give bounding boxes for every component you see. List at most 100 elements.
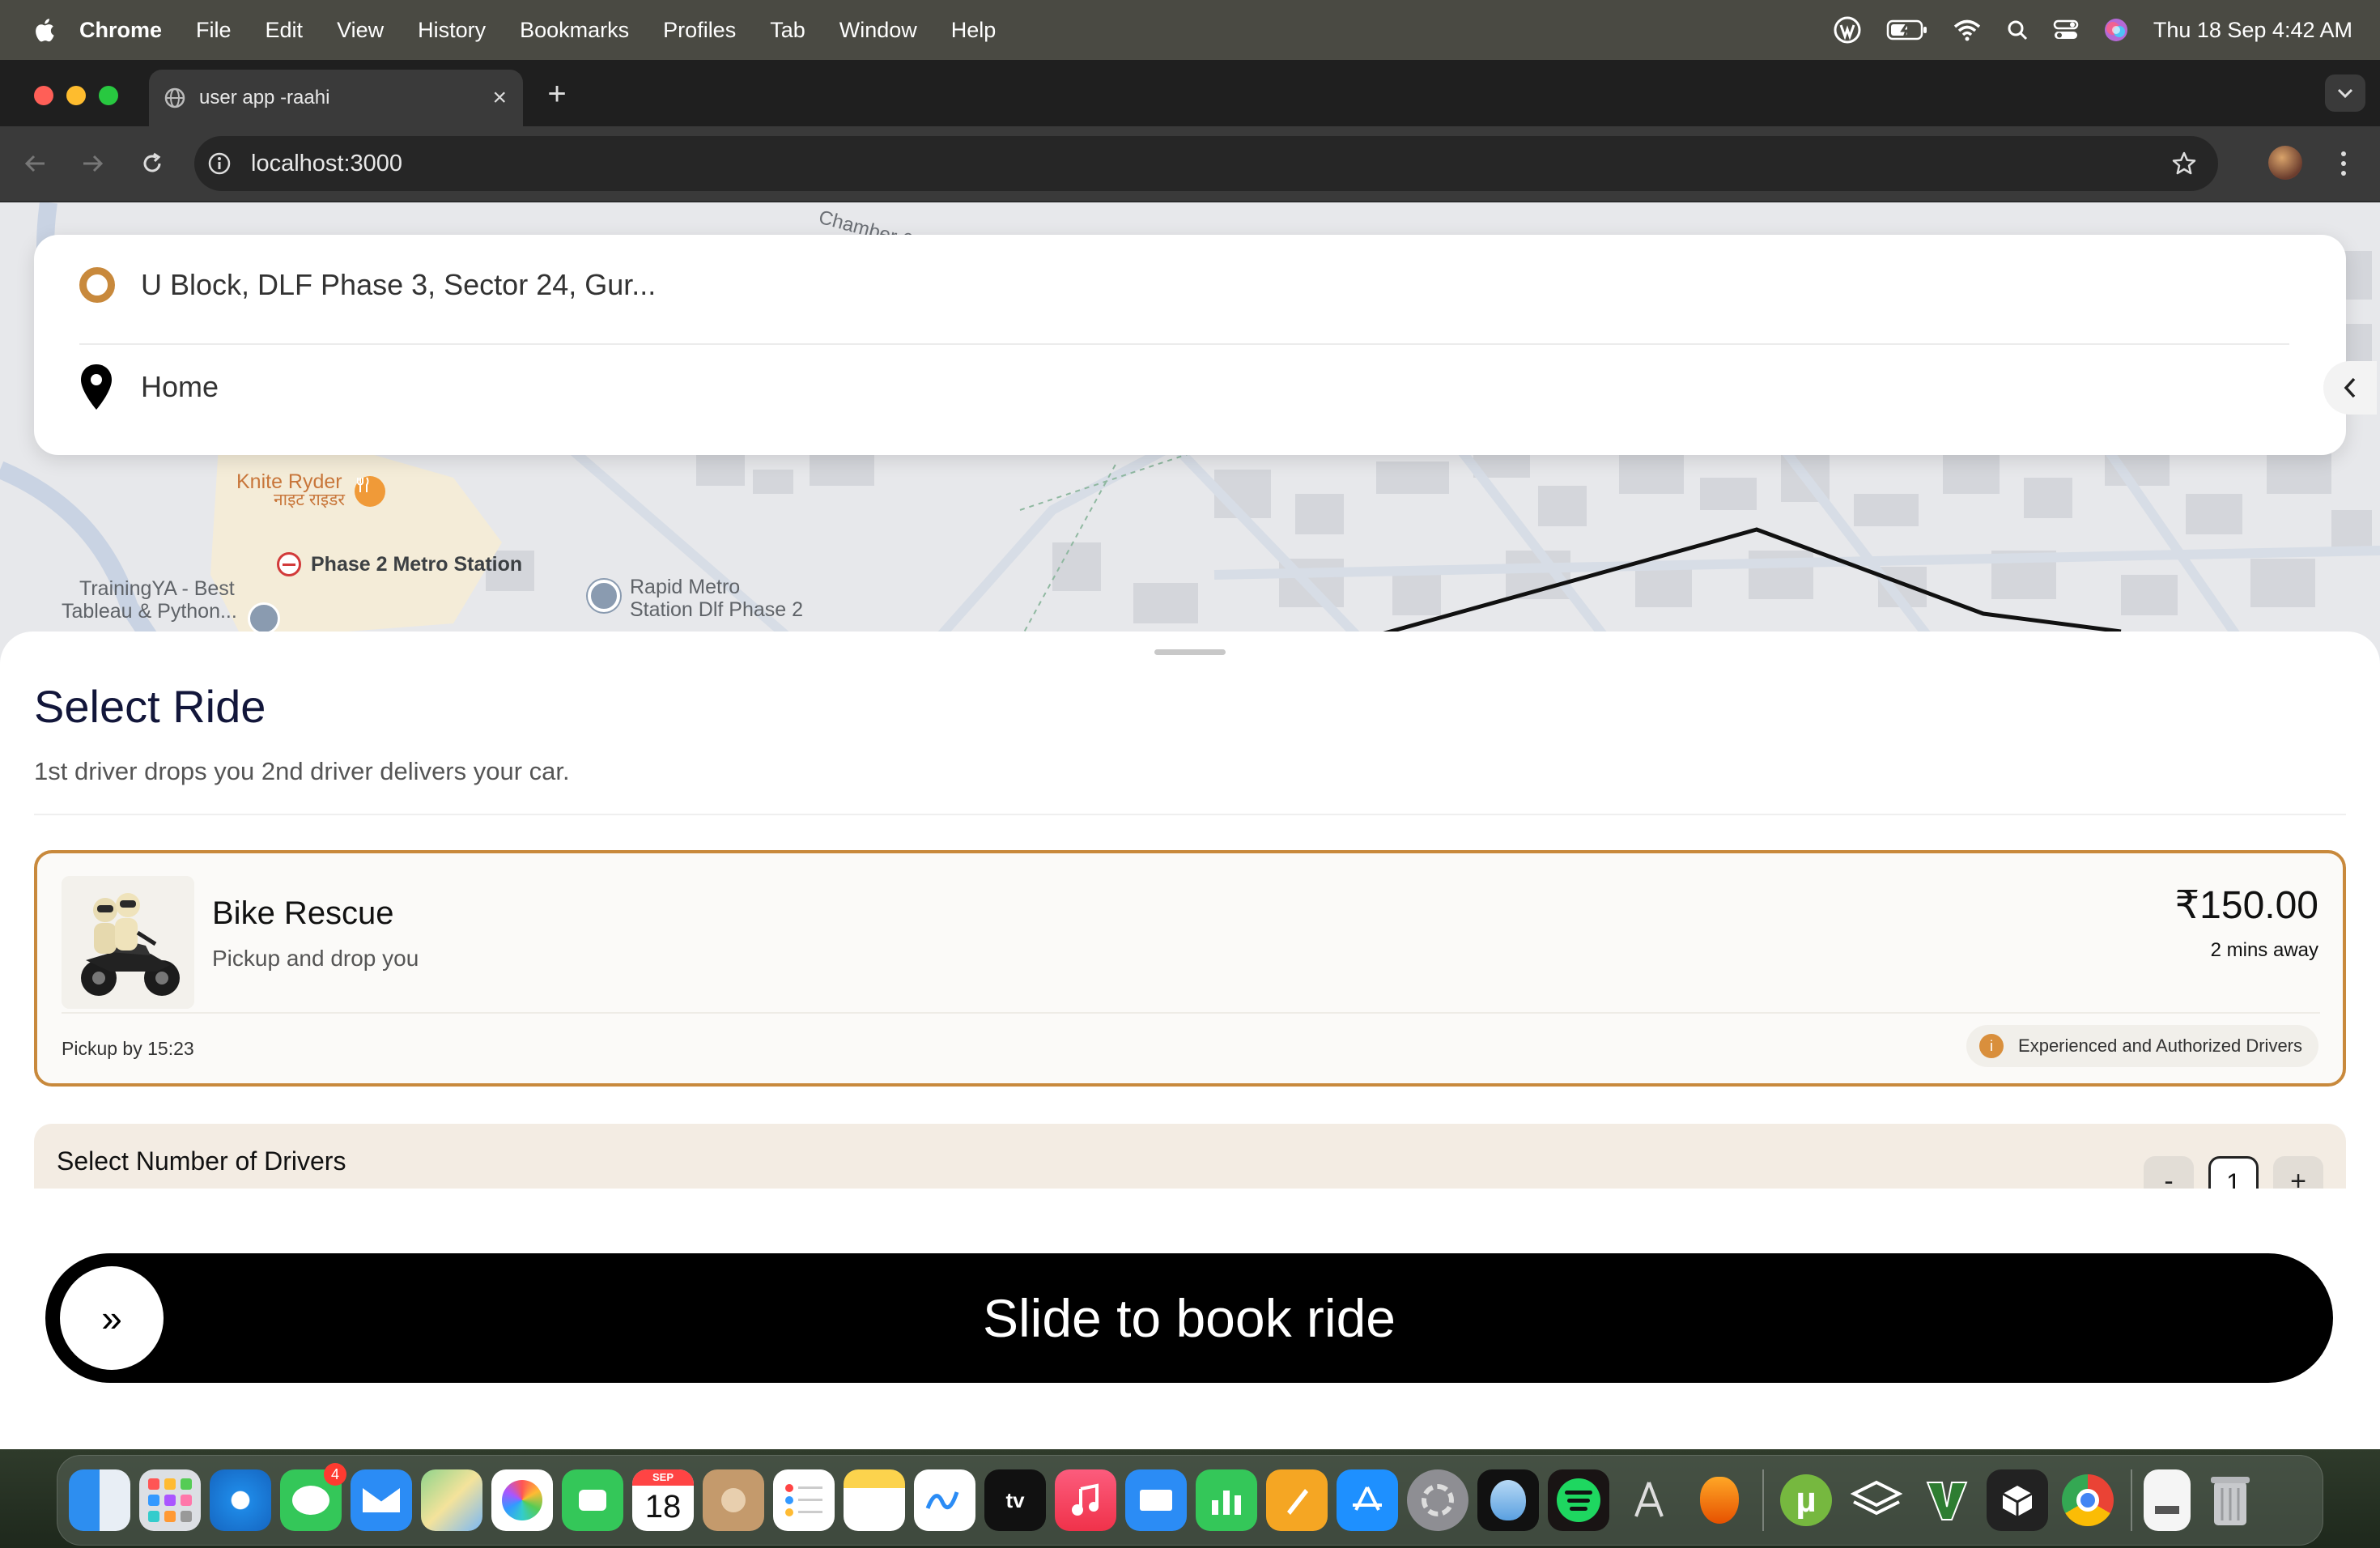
site-info-icon[interactable] bbox=[207, 151, 232, 176]
minimize-window-button[interactable] bbox=[66, 86, 86, 105]
browser-tab[interactable]: user app -raahi × bbox=[149, 70, 523, 126]
dock-separator bbox=[1762, 1469, 1764, 1531]
info-icon: i bbox=[1979, 1034, 2004, 1058]
slide-to-book-slider[interactable]: Slide to book ride » bbox=[45, 1253, 2333, 1383]
menu-view[interactable]: View bbox=[337, 18, 384, 43]
menu-bookmarks[interactable]: Bookmarks bbox=[520, 18, 629, 43]
collapse-panel-button[interactable] bbox=[2323, 361, 2377, 415]
destination-field[interactable]: Home bbox=[79, 363, 219, 411]
zoom-window-button[interactable] bbox=[99, 86, 118, 105]
menu-edit[interactable]: Edit bbox=[266, 18, 304, 43]
menu-tab[interactable]: Tab bbox=[770, 18, 805, 43]
school-pin-icon[interactable] bbox=[248, 602, 280, 635]
tab-search-button[interactable] bbox=[2325, 74, 2365, 112]
apple-tv-label: tv bbox=[1005, 1487, 1025, 1512]
location-search-card: U Block, DLF Phase 3, Sector 24, Gur... … bbox=[34, 235, 2346, 455]
pickup-location-field[interactable]: U Block, DLF Phase 3, Sector 24, Gur... bbox=[79, 267, 656, 303]
authorized-drivers-badge: i Experienced and Authorized Drivers bbox=[1966, 1025, 2318, 1067]
control-center-icon[interactable] bbox=[2053, 19, 2079, 41]
wifi-icon[interactable] bbox=[1953, 19, 1982, 41]
address-bar[interactable]: localhost:3000 bbox=[194, 136, 2218, 191]
facetime-icon[interactable] bbox=[562, 1469, 623, 1531]
pickup-location-text[interactable]: U Block, DLF Phase 3, Sector 24, Gur... bbox=[141, 268, 656, 302]
apple-tv-icon[interactable]: tv bbox=[984, 1469, 1046, 1531]
menubar-clock[interactable]: Thu 18 Sep 4:42 AM bbox=[2153, 18, 2352, 43]
close-tab-icon[interactable]: × bbox=[492, 84, 507, 112]
menu-window[interactable]: Window bbox=[839, 18, 917, 43]
launchpad-icon[interactable] bbox=[139, 1469, 201, 1531]
ride-card-divider bbox=[62, 1012, 2320, 1014]
vim-app-icon[interactable] bbox=[1916, 1469, 1978, 1531]
ride-name: Bike Rescue bbox=[212, 895, 394, 931]
map-label-rapid-metro-line2[interactable]: Station Dlf Phase 2 bbox=[630, 598, 803, 622]
url-text[interactable]: localhost:3000 bbox=[251, 151, 402, 177]
map-label-rapid-metro-line1[interactable]: Rapid Metro bbox=[630, 576, 740, 599]
back-button[interactable] bbox=[18, 146, 53, 181]
reminders-icon[interactable] bbox=[773, 1469, 835, 1531]
battery-icon[interactable] bbox=[1886, 19, 1928, 41]
menu-file[interactable]: File bbox=[196, 18, 232, 43]
instruments-icon[interactable] bbox=[1618, 1469, 1680, 1531]
layers-app-icon[interactable] bbox=[1846, 1469, 1907, 1531]
calendar-icon[interactable]: SEP 18 bbox=[632, 1469, 694, 1531]
reload-button[interactable] bbox=[134, 146, 170, 181]
reload-icon bbox=[143, 152, 161, 172]
pickup-time: Pickup by 15:23 bbox=[62, 1038, 194, 1059]
pages-icon[interactable] bbox=[1266, 1469, 1328, 1531]
system-settings-icon[interactable] bbox=[1407, 1469, 1468, 1531]
menu-app-name[interactable]: Chrome bbox=[79, 18, 162, 43]
restaurant-pin-icon[interactable] bbox=[355, 476, 385, 507]
transit-pin-icon[interactable] bbox=[588, 580, 620, 612]
spotify-icon[interactable] bbox=[1548, 1469, 1609, 1531]
map-label-training-line1[interactable]: TrainingYA - Best bbox=[79, 577, 235, 601]
menu-help[interactable]: Help bbox=[951, 18, 997, 43]
keynote-icon[interactable] bbox=[1125, 1469, 1187, 1531]
trash-icon[interactable] bbox=[2199, 1469, 2261, 1531]
ride-option-card[interactable]: Bike Rescue Pickup and drop you ₹150.00 … bbox=[34, 850, 2346, 1087]
forward-button[interactable] bbox=[74, 146, 110, 181]
ride-eta: 2 mins away bbox=[2210, 939, 2318, 961]
sheet-drag-handle[interactable] bbox=[1154, 649, 1226, 655]
package-app-icon[interactable] bbox=[1987, 1469, 2048, 1531]
browser-menu-icon[interactable] bbox=[2331, 146, 2356, 181]
maps-icon[interactable] bbox=[421, 1469, 482, 1531]
messages-icon[interactable]: 4 bbox=[280, 1463, 346, 1531]
siri-icon[interactable] bbox=[2103, 17, 2129, 43]
finder-icon[interactable] bbox=[69, 1469, 130, 1531]
utility-app-icon[interactable] bbox=[1477, 1469, 1539, 1531]
menu-profiles[interactable]: Profiles bbox=[663, 18, 736, 43]
metro-icon[interactable] bbox=[277, 552, 301, 576]
bookmark-star-icon[interactable] bbox=[2171, 151, 2197, 176]
map-label-metro-station[interactable]: Phase 2 Metro Station bbox=[311, 553, 522, 576]
wordpress-icon[interactable] bbox=[1833, 15, 1862, 45]
menu-history[interactable]: History bbox=[418, 18, 486, 43]
map-label-training-line2[interactable]: Tableau & Python... bbox=[62, 600, 237, 623]
numbers-icon[interactable] bbox=[1196, 1469, 1257, 1531]
dock-separator-2 bbox=[2131, 1469, 2132, 1531]
macos-menubar: Chrome File Edit View History Bookmarks … bbox=[0, 0, 2380, 60]
profile-avatar[interactable] bbox=[2268, 146, 2302, 180]
freeform-icon[interactable] bbox=[914, 1469, 975, 1531]
calendar-month: SEP bbox=[632, 1469, 694, 1486]
chevron-down-icon bbox=[2337, 88, 2353, 99]
photos-icon[interactable] bbox=[491, 1469, 553, 1531]
fl-studio-icon[interactable] bbox=[1689, 1469, 1750, 1531]
app-store-icon[interactable] bbox=[1337, 1469, 1398, 1531]
notes-icon[interactable] bbox=[844, 1469, 905, 1531]
music-icon[interactable] bbox=[1055, 1469, 1116, 1531]
globe-icon bbox=[164, 87, 185, 108]
slider-knob[interactable]: » bbox=[60, 1266, 164, 1370]
new-tab-button[interactable]: + bbox=[541, 76, 573, 113]
contacts-icon[interactable] bbox=[703, 1469, 764, 1531]
destination-text[interactable]: Home bbox=[141, 370, 219, 404]
utorrent-icon[interactable]: µ bbox=[1775, 1469, 1837, 1531]
document-icon[interactable] bbox=[2144, 1469, 2191, 1531]
mail-icon[interactable] bbox=[351, 1469, 412, 1531]
close-window-button[interactable] bbox=[34, 86, 53, 105]
sheet-divider bbox=[34, 814, 2346, 815]
safari-icon[interactable] bbox=[210, 1469, 271, 1531]
pickup-ring-icon bbox=[79, 267, 115, 303]
apple-icon[interactable] bbox=[32, 16, 55, 44]
spotlight-search-icon[interactable] bbox=[2006, 19, 2029, 41]
chrome-icon[interactable] bbox=[2057, 1469, 2119, 1531]
